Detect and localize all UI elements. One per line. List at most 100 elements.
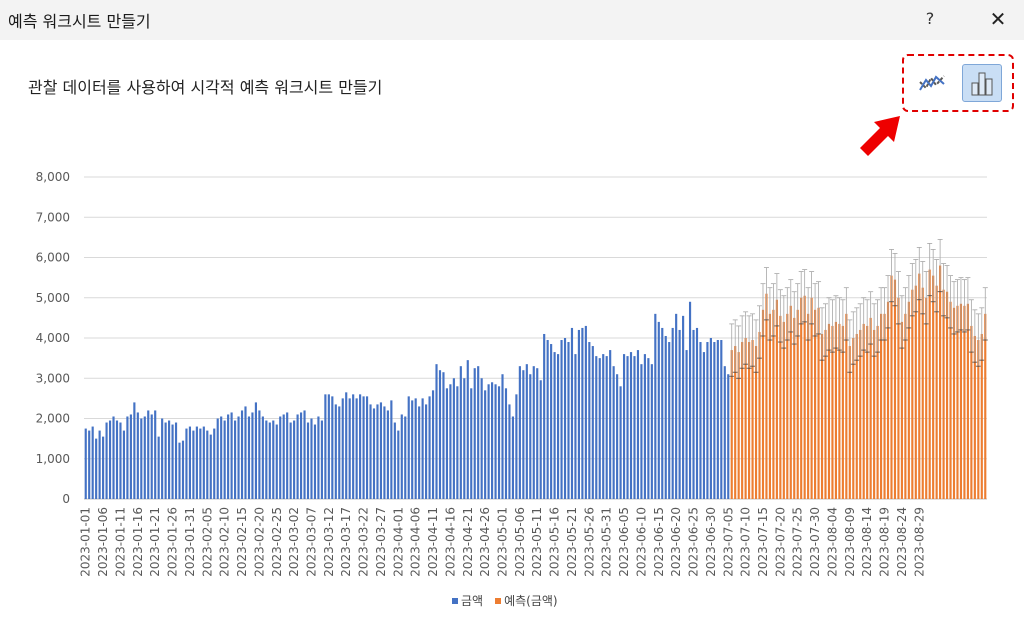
actual-bar [338, 406, 341, 499]
actual-bar [105, 422, 108, 499]
actual-bar [334, 404, 337, 499]
actual-bar [570, 327, 574, 499]
actual-bar [244, 406, 247, 499]
column-chart-button[interactable] [962, 64, 1002, 102]
actual-bar [272, 420, 275, 499]
x-tick-label: 2023-03-12 [322, 507, 336, 577]
actual-bar [199, 428, 202, 499]
actual-bar [463, 378, 466, 499]
actual-bar [188, 426, 192, 499]
line-chart-button[interactable] [912, 64, 952, 102]
actual-bar [400, 414, 403, 499]
forecast-bar [786, 313, 789, 499]
forecast-bar [761, 309, 765, 499]
x-tick-label: 2023-08-24 [895, 507, 909, 577]
x-tick-label: 2023-04-11 [426, 507, 440, 577]
actual-bar [296, 414, 299, 499]
actual-bar [341, 398, 344, 499]
actual-bar [553, 352, 556, 499]
x-tick-label: 2023-06-10 [634, 507, 648, 577]
actual-bar [581, 327, 584, 499]
x-tick-label: 2023-04-26 [478, 507, 492, 577]
x-tick-label: 2023-02-15 [235, 507, 249, 577]
actual-bar [435, 364, 438, 499]
x-tick-label: 2023-01-26 [166, 507, 180, 577]
actual-bar [150, 414, 153, 499]
x-tick-label: 2023-05-26 [582, 507, 596, 577]
y-tick-label: 2,000 [36, 412, 70, 426]
y-tick-label: 0 [62, 492, 70, 506]
x-tick-label: 2023-07-15 [756, 507, 770, 577]
actual-bar [567, 342, 570, 499]
actual-bar [348, 398, 351, 499]
actual-bar [702, 352, 706, 499]
actual-bar [293, 420, 296, 499]
actual-bar [133, 402, 136, 499]
forecast-bar [890, 275, 893, 499]
x-tick-label: 2023-04-21 [461, 507, 475, 577]
x-tick-label: 2023-02-10 [218, 507, 232, 577]
column-chart-icon [971, 72, 993, 96]
actual-bar [442, 372, 445, 499]
actual-bar [494, 384, 497, 499]
forecast-bar [817, 307, 820, 499]
y-tick-label: 1,000 [36, 452, 70, 466]
forecast-bar [918, 273, 921, 499]
actual-bar [525, 364, 528, 499]
actual-bar [209, 434, 212, 499]
actual-bar [376, 404, 379, 499]
actual-bar [84, 428, 87, 499]
actual-bar [598, 358, 601, 499]
actual-bar [723, 366, 726, 499]
x-tick-label: 2023-01-01 [79, 507, 93, 577]
actual-bar [515, 394, 518, 499]
actual-bar [240, 410, 244, 499]
actual-bar [254, 402, 257, 499]
x-tick-label: 2023-02-25 [270, 507, 284, 577]
close-button[interactable]: ✕ [982, 4, 1014, 34]
actual-bar [466, 360, 469, 499]
actual-bar [181, 440, 185, 499]
forecast-bar [984, 313, 987, 499]
actual-bar [213, 428, 216, 499]
actual-bar [501, 374, 504, 499]
y-tick-label: 4,000 [36, 331, 70, 345]
forecast-bar [939, 265, 942, 499]
help-button[interactable]: ? [914, 4, 946, 34]
forecast-bar [810, 297, 813, 499]
actual-bar [678, 329, 681, 499]
x-tick-label: 2023-04-06 [409, 507, 423, 577]
forecast-bar [914, 285, 917, 499]
actual-bar [414, 398, 417, 499]
actual-bar [345, 392, 348, 499]
actual-bar [699, 342, 702, 499]
actual-bar [88, 430, 91, 499]
forecast-bar [949, 301, 952, 499]
forecast-bar [883, 313, 886, 499]
dialog-description: 관찰 데이터를 사용하여 시각적 예측 워크시트 만들기 [28, 78, 383, 97]
actual-bar [237, 416, 240, 499]
forecast-bar [834, 321, 837, 499]
forecast-bar [963, 305, 966, 499]
forecast-bar [942, 289, 945, 499]
actual-bar [480, 378, 483, 499]
actual-bar [143, 416, 146, 499]
forecast-bar [928, 269, 931, 499]
actual-bar [695, 327, 699, 499]
actual-bar [317, 416, 320, 499]
x-tick-label: 2023-08-29 [912, 507, 926, 577]
actual-bar [407, 396, 410, 499]
forecast-bar [775, 299, 778, 499]
actual-bar [727, 374, 730, 499]
x-tick-label: 2023-03-07 [304, 507, 318, 577]
actual-bar [95, 438, 98, 499]
actual-bar [595, 356, 598, 499]
actual-bar [713, 342, 716, 499]
actual-bar [459, 366, 462, 499]
actual-bar [352, 394, 355, 499]
actual-bar [428, 396, 431, 499]
actual-bar [126, 416, 129, 499]
forecast-bar [900, 321, 903, 499]
actual-bar [640, 364, 643, 499]
actual-bar [102, 436, 105, 499]
